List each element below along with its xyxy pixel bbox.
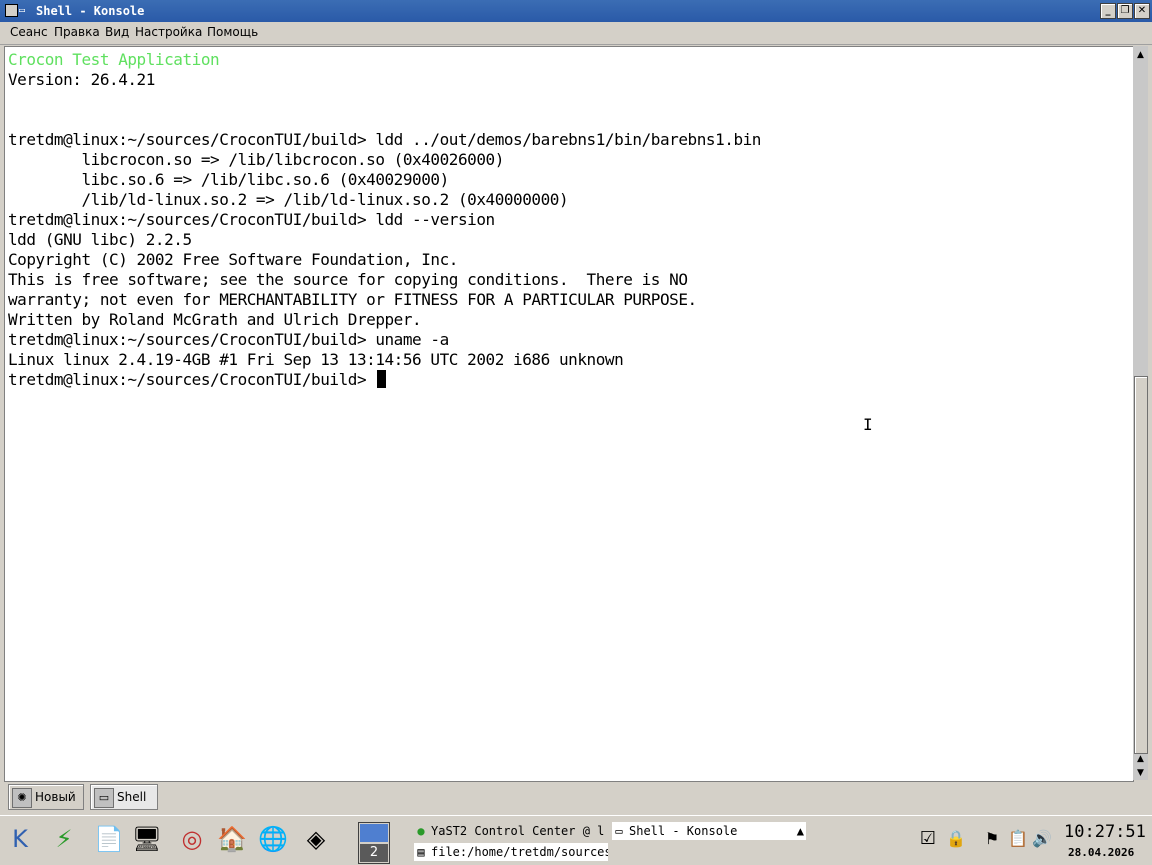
terminal-line: /lib/ld-linux.so.2 => /lib/ld-linux.so.2… [8, 190, 569, 209]
suse-icon[interactable]: ⚡ [48, 822, 80, 856]
help-lifebuoy-icon[interactable]: ◎ [176, 822, 208, 856]
terminal-line: tretdm@linux:~/sources/CroconTUI/build> … [8, 330, 449, 349]
kde-menu-icon[interactable]: K [4, 822, 36, 856]
terminal-line: Crocon Test Application [8, 50, 220, 69]
terminal-line: Linux linux 2.4.19-4GB #1 Fri Sep 13 13:… [8, 350, 624, 369]
desktop-1[interactable] [360, 824, 388, 842]
task-konqueror[interactable]: ▤ file:/home/tretdm/sources [414, 843, 608, 861]
minimize-button[interactable]: _ [1100, 3, 1116, 19]
terminal-line: tretdm@linux:~/sources/CroconTUI/build> … [8, 210, 495, 229]
terminal-line: tretdm@linux:~/sources/CroconTUI/build> … [8, 130, 761, 149]
menu-edit[interactable]: Правка [54, 25, 100, 39]
task-group-arrow-icon[interactable]: ▲ [797, 822, 804, 840]
office-icon[interactable]: ◈ [300, 822, 332, 856]
browser-globe-icon[interactable]: 🌐 [257, 822, 289, 856]
menu-help[interactable]: Помощь [207, 25, 258, 39]
kde-taskbar: K ⚡ 📄 🖥 ◎ 🏠 🌐 ◈ 2 ● YaST2 Control Center … [0, 815, 1152, 865]
terminal-line: warranty; not even for MERCHANTABILITY o… [8, 290, 697, 309]
terminal-line: This is free software; see the source fo… [8, 270, 688, 289]
terminal-line: Copyright (C) 2002 Free Software Foundat… [8, 250, 458, 269]
terminal-icon: ▭ [19, 5, 26, 16]
vertical-scrollbar[interactable]: ▲ ▲ ▼ [1133, 46, 1148, 780]
desktop-2[interactable]: 2 [360, 844, 388, 862]
close-button[interactable]: ✕ [1134, 3, 1150, 19]
session-tab-label: Shell [117, 790, 147, 804]
scroll-up-arrow-icon[interactable]: ▲ [1133, 48, 1148, 62]
terminal-line: tretdm@linux:~/sources/CroconTUI/build> [8, 370, 761, 390]
konsole-icon: ▭ [615, 824, 623, 838]
new-session-icon: ✺ [12, 788, 32, 808]
lock-screen-icon[interactable]: 🔒 [940, 822, 972, 856]
clock-time[interactable]: 10:27:51 [1064, 822, 1146, 842]
scroll-up-arrow-icon[interactable]: ▲ [1133, 752, 1148, 766]
task-konsole[interactable]: ▭ Shell - Konsole ▲ [612, 822, 806, 840]
scroll-down-arrow-icon[interactable]: ▼ [1133, 766, 1148, 780]
terminal-icon: ▭ [94, 788, 114, 808]
session-tab-shell[interactable]: ▭ Shell [90, 784, 158, 810]
terminal-line: Version: 26.4.21 [8, 70, 155, 89]
terminal-line: libcrocon.so => /lib/libcrocon.so (0x400… [8, 150, 504, 169]
volume-icon[interactable]: 🔊 [1026, 822, 1058, 856]
task-label: YaST2 Control Center @ li [431, 824, 604, 838]
session-tabs: ✺ Новый ▭ Shell [0, 782, 1152, 810]
scrollbar-thumb[interactable] [1134, 376, 1148, 754]
terminal-output: Crocon Test Application Version: 26.4.21 t… [8, 50, 761, 390]
menu-settings[interactable]: Настройка [135, 25, 202, 39]
desktop-icon[interactable]: 🖥 [131, 822, 163, 856]
menu-view[interactable]: Вид [105, 25, 129, 39]
task-label: file:/home/tretdm/sources [431, 845, 608, 859]
home-folder-icon[interactable]: 🏠 [216, 822, 248, 856]
desktop-pager[interactable]: 2 [358, 822, 390, 864]
terminal-area[interactable]: Crocon Test Application Version: 26.4.21 t… [4, 46, 1134, 782]
window-menu-icon[interactable] [5, 4, 18, 17]
menu-bar: Сеанс Правка Вид Настройка Помощь [0, 22, 1152, 45]
document-icon[interactable]: 📄 [93, 822, 125, 856]
terminal-line: ldd (GNU libc) 2.2.5 [8, 230, 192, 249]
yast-icon: ● [417, 824, 425, 838]
maximize-button[interactable]: ❐ [1117, 3, 1133, 19]
task-yast[interactable]: ● YaST2 Control Center @ li [414, 822, 604, 840]
clock-date: 28.04.2026 [1068, 846, 1135, 859]
terminal-line: Written by Roland McGrath and Ulrich Dre… [8, 310, 422, 329]
new-session-label: Новый [35, 790, 76, 804]
new-session-button[interactable]: ✺ Новый [8, 784, 84, 810]
text-cursor-icon: I [863, 415, 873, 434]
menu-session[interactable]: Сеанс [10, 25, 48, 39]
window-title: Shell - Konsole [36, 4, 145, 18]
terminal-line: libc.so.6 => /lib/libc.so.6 (0x40029000) [8, 170, 449, 189]
terminal-cursor [377, 370, 387, 388]
folder-icon: ▤ [417, 845, 425, 859]
window-titlebar[interactable]: ▭ Shell - Konsole _ ❐ ✕ [0, 0, 1152, 22]
task-label: Shell - Konsole [629, 824, 738, 838]
